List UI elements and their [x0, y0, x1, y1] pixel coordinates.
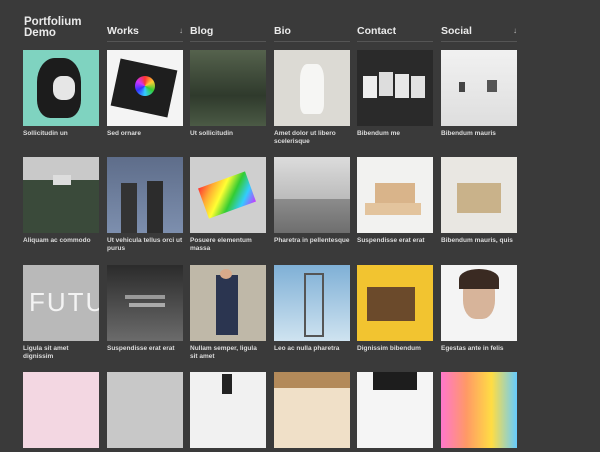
- work-caption[interactable]: Sollicitudin un: [23, 130, 99, 138]
- nav-bio[interactable]: Bio: [274, 25, 350, 42]
- nav-social-label: Social: [441, 25, 472, 37]
- work-tile[interactable]: [190, 372, 266, 452]
- nav-blog-label: Blog: [190, 25, 214, 37]
- work-caption[interactable]: Egestas ante in felis: [441, 345, 517, 353]
- work-tile[interactable]: Posuere elementum massa: [190, 157, 266, 253]
- work-tile[interactable]: [274, 372, 350, 452]
- work-tile[interactable]: Sed ornare: [107, 50, 183, 138]
- work-tile[interactable]: Pharetra in pellentesque: [274, 157, 350, 245]
- work-caption[interactable]: Bibendum mauris, quis: [441, 237, 517, 245]
- work-thumbnail[interactable]: [274, 157, 350, 233]
- work-thumbnail[interactable]: [190, 50, 266, 126]
- work-caption[interactable]: Leo ac nulla pharetra: [274, 345, 350, 353]
- work-tile[interactable]: [23, 372, 99, 452]
- site-title-line2: Demo: [24, 27, 56, 39]
- work-thumbnail[interactable]: [274, 372, 350, 448]
- work-caption[interactable]: Bibendum mauris: [441, 130, 517, 138]
- work-thumbnail[interactable]: [357, 372, 433, 448]
- work-thumbnail[interactable]: [441, 157, 517, 233]
- nav-works[interactable]: Works ↓: [107, 25, 183, 42]
- work-thumbnail[interactable]: [441, 265, 517, 341]
- work-thumbnail[interactable]: [190, 265, 266, 341]
- work-tile[interactable]: Nullam semper, ligula sit amet: [190, 265, 266, 361]
- work-thumbnail[interactable]: [23, 157, 99, 233]
- work-thumbnail[interactable]: FUTU: [23, 265, 99, 341]
- work-tile[interactable]: Amet dolor ut libero scelerisque: [274, 50, 350, 146]
- nav-contact-label: Contact: [357, 25, 397, 37]
- work-thumbnail[interactable]: [107, 50, 183, 126]
- work-caption[interactable]: Suspendisse erat erat: [357, 237, 433, 245]
- work-thumbnail[interactable]: [441, 50, 517, 126]
- work-thumbnail[interactable]: [274, 50, 350, 126]
- nav-blog[interactable]: Blog: [190, 25, 266, 42]
- work-tile[interactable]: [107, 372, 183, 452]
- work-thumbnail[interactable]: [23, 372, 99, 448]
- work-caption[interactable]: Aliquam ac commodo: [23, 237, 99, 245]
- work-caption[interactable]: Suspendisse erat erat: [107, 345, 183, 353]
- work-tile[interactable]: Ut vehicula tellus orci ut purus: [107, 157, 183, 253]
- work-caption[interactable]: Nullam semper, ligula sit amet: [190, 345, 266, 361]
- nav-social[interactable]: Social ↓: [441, 25, 517, 42]
- work-tile[interactable]: Leo ac nulla pharetra: [274, 265, 350, 353]
- site-logo[interactable]: Portfolium Demo: [24, 16, 94, 39]
- work-tile[interactable]: Egestas ante in felis: [441, 265, 517, 353]
- work-tile[interactable]: Bibendum mauris, quis: [441, 157, 517, 245]
- nav-contact[interactable]: Contact: [357, 25, 433, 42]
- chevron-down-icon: ↓: [179, 26, 183, 35]
- work-caption[interactable]: Bibendum me: [357, 130, 433, 138]
- work-thumbnail[interactable]: [441, 372, 517, 448]
- work-tile[interactable]: Ut sollicitudin: [190, 50, 266, 138]
- work-caption[interactable]: Posuere elementum massa: [190, 237, 266, 253]
- work-thumbnail[interactable]: [190, 372, 266, 448]
- work-caption[interactable]: Ut vehicula tellus orci ut purus: [107, 237, 183, 253]
- work-tile[interactable]: Bibendum me: [357, 50, 433, 138]
- nav-bio-label: Bio: [274, 25, 291, 37]
- work-thumbnail[interactable]: [107, 372, 183, 448]
- work-caption[interactable]: Amet dolor ut libero scelerisque: [274, 130, 350, 146]
- work-thumbnail[interactable]: [107, 157, 183, 233]
- work-caption[interactable]: Ut sollicitudin: [190, 130, 266, 138]
- work-thumbnail[interactable]: [190, 157, 266, 233]
- work-thumbnail[interactable]: [274, 265, 350, 341]
- work-tile[interactable]: Sollicitudin un: [23, 50, 99, 138]
- work-tile[interactable]: Bibendum mauris: [441, 50, 517, 138]
- work-tile[interactable]: Suspendisse erat erat: [107, 265, 183, 353]
- chevron-down-icon: ↓: [513, 26, 517, 35]
- work-tile[interactable]: [441, 372, 517, 452]
- work-tile[interactable]: Dignissim bibendum: [357, 265, 433, 353]
- work-tile[interactable]: Aliquam ac commodo: [23, 157, 99, 245]
- work-tile[interactable]: [357, 372, 433, 452]
- work-caption[interactable]: Pharetra in pellentesque: [274, 237, 350, 245]
- work-tile[interactable]: Suspendisse erat erat: [357, 157, 433, 245]
- work-thumbnail[interactable]: [107, 265, 183, 341]
- work-caption[interactable]: Ligula sit amet dignissim: [23, 345, 99, 361]
- work-caption[interactable]: Sed ornare: [107, 130, 183, 138]
- nav-works-label: Works: [107, 25, 139, 37]
- work-thumbnail[interactable]: [357, 50, 433, 126]
- work-thumbnail[interactable]: [357, 157, 433, 233]
- work-thumbnail[interactable]: [23, 50, 99, 126]
- work-caption[interactable]: Dignissim bibendum: [357, 345, 433, 353]
- work-thumbnail[interactable]: [357, 265, 433, 341]
- work-tile[interactable]: FUTU Ligula sit amet dignissim: [23, 265, 99, 361]
